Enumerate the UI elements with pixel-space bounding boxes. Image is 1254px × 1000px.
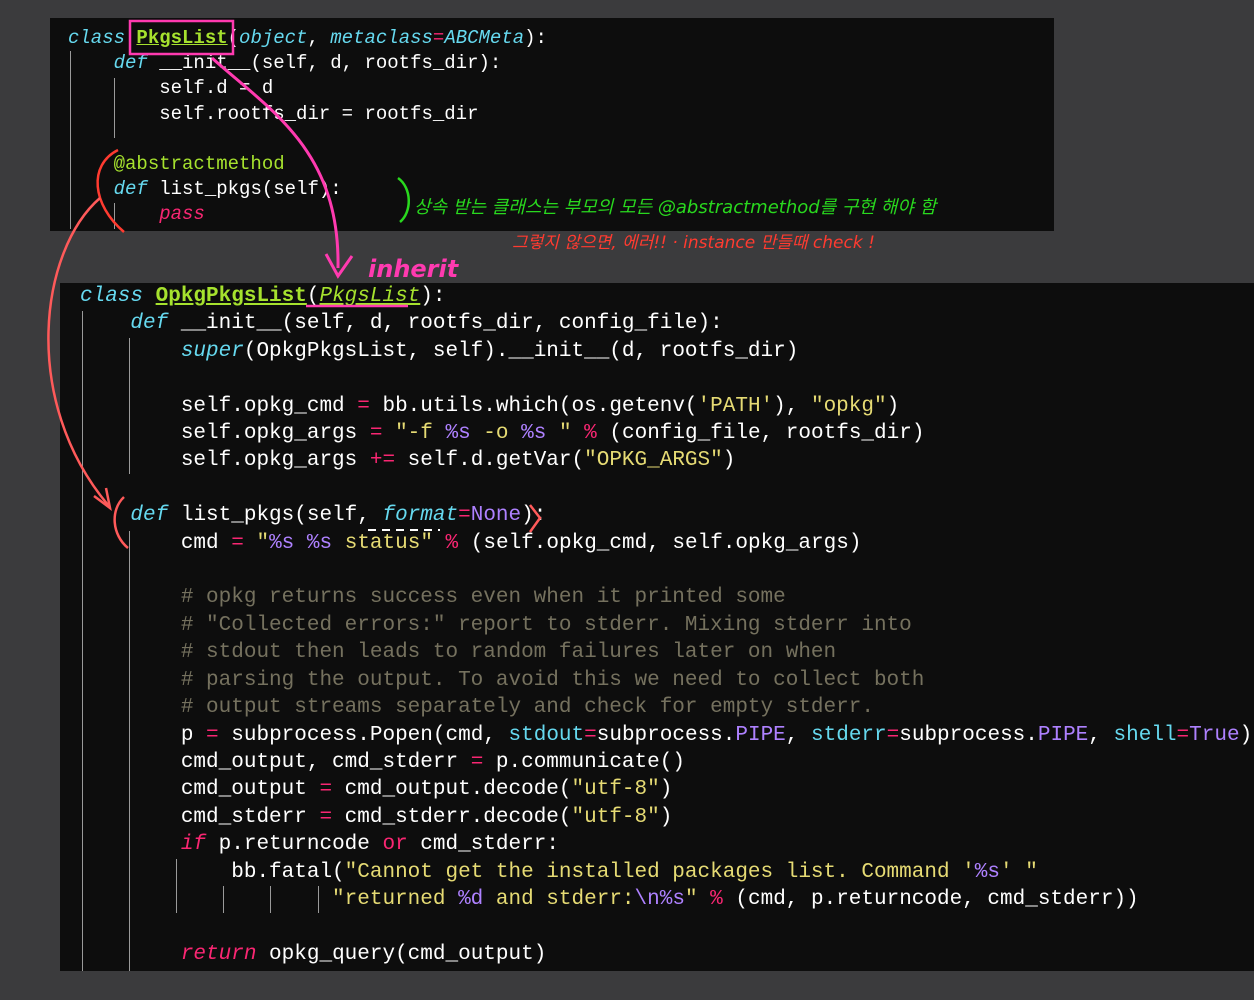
code-line: pass (159, 203, 205, 226)
code-block-bottom: class OpkgPkgsList(PkgsList): def __init… (60, 283, 1252, 968)
code-line: p = subprocess.Popen(cmd, stdout=subproc… (180, 723, 1253, 747)
base-class-pkgslist: PkgsList (319, 285, 421, 308)
code-line: cmd = "%s %s status" % (self.opkg_cmd, s… (180, 531, 862, 555)
code-line: def __init__(self, d, rootfs_dir, config… (130, 312, 723, 336)
code-line: class PkgsList(object, metaclass=ABCMeta… (68, 27, 547, 49)
code-line: class OpkgPkgsList(PkgsList): (80, 285, 446, 308)
code-line: super(OpkgPkgsList, self).__init__(d, ro… (180, 339, 799, 363)
code-line: def __init__(self, d, rootfs_dir): (113, 52, 502, 75)
code-line: cmd_output, cmd_stderr = p.communicate() (180, 750, 685, 774)
code-line: self.rootfs_dir = rootfs_dir (159, 102, 479, 125)
code-line: def list_pkgs(self): (113, 178, 342, 201)
code-line: bb.fatal("Cannot get the installed packa… (231, 860, 1038, 884)
code-block-top: class PkgsList(object, metaclass=ABCMeta… (50, 18, 547, 228)
code-line: cmd_stderr = cmd_stderr.decode("utf-8") (180, 805, 673, 829)
class-name-opkgpkgslist: OpkgPkgsList (155, 285, 307, 308)
inherit-label: inherit (368, 255, 460, 283)
code-panel-pkgslist: class PkgsList(object, metaclass=ABCMeta… (50, 18, 1054, 231)
decorator-abstractmethod: @abstractmethod (113, 153, 285, 176)
code-line: self.d = d (159, 77, 274, 100)
code-comment: # "Collected errors:" report to stderr. … (180, 613, 912, 637)
code-line: def list_pkgs(self, format=None): (130, 504, 547, 528)
code-comment: # parsing the output. To avoid this we n… (180, 668, 925, 692)
code-comment: # output streams separately and check fo… (180, 696, 874, 720)
class-name-pkgslist: PkgsList (136, 27, 228, 49)
code-comment: # opkg returns success even when it prin… (180, 586, 786, 610)
note-text: 그렇지 않으면, 에러!! · instance 만들때 check ! (512, 233, 875, 253)
code-line: self.opkg_cmd = bb.utils.which(os.getenv… (180, 394, 900, 418)
code-line: return opkg_query(cmd_output) (180, 942, 547, 966)
code-line: cmd_output = cmd_output.decode("utf-8") (180, 778, 673, 802)
code-line: "returned %d and stderr:\n%s" % (cmd, p.… (332, 887, 1139, 911)
code-line: self.opkg_args = "-f %s -o %s " % (confi… (180, 422, 925, 446)
code-comment: # stdout then leads to random failures l… (180, 641, 837, 665)
code-panel-opkgpkgslist: class OpkgPkgsList(PkgsList): def __init… (60, 283, 1254, 971)
code-line: self.opkg_args += self.d.getVar("OPKG_AR… (180, 449, 736, 473)
code-line: if p.returncode or cmd_stderr: (180, 833, 559, 857)
arrow-head-icon (324, 253, 354, 279)
